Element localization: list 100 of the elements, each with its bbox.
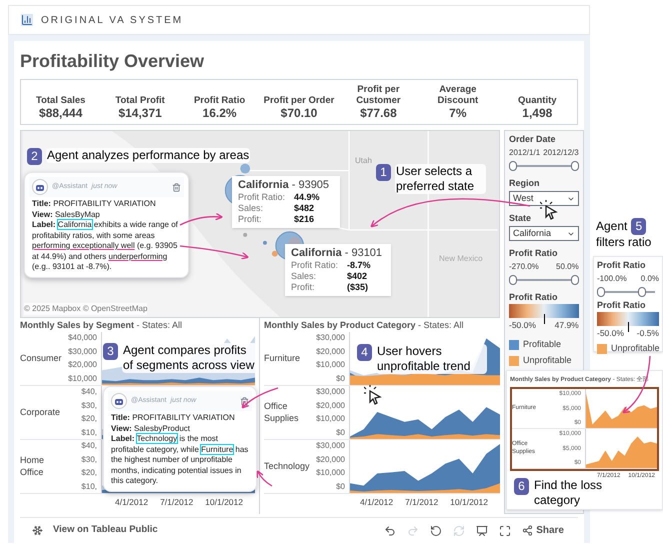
share-icon bbox=[522, 525, 534, 536]
kpi-value: $77.68 bbox=[360, 106, 397, 121]
step-caption: User selects a preferred state bbox=[395, 164, 486, 194]
axis-tick-label: $20,000 bbox=[316, 348, 345, 356]
filter-label: Profit Ratio bbox=[509, 291, 558, 303]
dropdown[interactable]: California bbox=[509, 226, 579, 241]
chart-title: Monthly Sales by Segment bbox=[20, 320, 134, 330]
row-label: Office Supplies bbox=[264, 401, 300, 424]
filter-label: Region bbox=[509, 177, 540, 189]
step-number-badge: 4 bbox=[357, 344, 372, 361]
step-number-badge: 6 bbox=[514, 478, 529, 495]
axis-tick-label: $30, bbox=[81, 402, 97, 410]
step-caption: User hovers unprofitable trend bbox=[376, 344, 487, 374]
axis-tick-label: 7/1/2012 bbox=[405, 498, 438, 506]
kpi-value: $14,371 bbox=[118, 106, 162, 121]
filter-label: State bbox=[509, 212, 532, 224]
filter-label: Profit Ratio bbox=[509, 247, 558, 259]
chart-subtitle: - States: All bbox=[136, 320, 182, 330]
axis-tick-label: $40, bbox=[81, 388, 97, 396]
fullscreen-icon[interactable] bbox=[499, 524, 512, 536]
axis-tick-label: $30,000 bbox=[68, 348, 97, 356]
row-label: Consumer bbox=[20, 352, 62, 364]
range-max: 0.0% bbox=[640, 273, 659, 285]
axis-tick-label: $20, bbox=[81, 469, 97, 478]
pointer-click-icon bbox=[540, 200, 560, 220]
slider-thumb[interactable] bbox=[597, 287, 605, 297]
area-chart bbox=[586, 393, 657, 428]
step-number-badge: 2 bbox=[27, 148, 42, 165]
kpi-label: Average Discount bbox=[436, 84, 480, 106]
pointer-arrow bbox=[180, 245, 249, 260]
kpi-label: Quantity bbox=[518, 95, 557, 106]
kpi-value: $70.10 bbox=[280, 106, 318, 121]
slider-thumb[interactable] bbox=[638, 287, 646, 297]
axis-tick-label: $20,000 bbox=[68, 361, 97, 370]
tooltip-label: Profit Ratio: bbox=[291, 260, 340, 271]
range-max: 2012/12/3 bbox=[543, 147, 579, 159]
filter-label: Profit Ratio bbox=[597, 299, 646, 311]
tooltip-label: Profit: bbox=[238, 214, 263, 225]
kpi-value: 1,498 bbox=[522, 106, 552, 121]
slider-thumb[interactable] bbox=[509, 275, 517, 285]
card-label-text: Label: California exhibits a wide range of profitability ratios, with some areas performing exceptionally well (e.g. 93905 at 44.9%) and others underperforming (e.g.. 93101 at -8.7%). bbox=[32, 220, 179, 272]
axis-tick-label: $40,000 bbox=[68, 334, 97, 342]
step-caption: filters ratio bbox=[596, 235, 652, 250]
tooltip-state: California bbox=[291, 247, 342, 259]
tooltip-zip: - 93101 bbox=[344, 247, 382, 259]
row-label: Technology bbox=[264, 460, 310, 472]
pointer-arrow bbox=[180, 212, 223, 226]
view-on-tableau-link[interactable]: View on Tableau Public bbox=[53, 523, 158, 538]
axis-tick-label: 4/1/2012 bbox=[360, 498, 394, 506]
map-attribution: © 2025 Mapbox © OpenStreetMap bbox=[24, 303, 148, 315]
step-number-badge: 1 bbox=[376, 164, 391, 181]
slider-thumb[interactable] bbox=[570, 275, 579, 285]
present-icon[interactable] bbox=[476, 524, 488, 536]
tooltip-value: -8.7% bbox=[347, 260, 371, 271]
tooltip-value: 44.9% bbox=[294, 192, 320, 203]
axis-tick-label: 7/1/2012 bbox=[160, 498, 194, 506]
axis-tick-label: $40, bbox=[81, 442, 97, 450]
slider-thumb[interactable] bbox=[570, 161, 579, 171]
filter-label: Order Date bbox=[509, 133, 556, 145]
range-min: -100.0% bbox=[597, 273, 627, 285]
dropdown[interactable]: West bbox=[509, 191, 579, 206]
card-title: Title: PROFITABILITY VARIATION bbox=[32, 199, 157, 210]
axis-tick-label: $10,000 bbox=[316, 361, 345, 370]
delete-icon[interactable] bbox=[240, 396, 249, 406]
step-number-badge: 5 bbox=[631, 218, 646, 235]
share-button[interactable]: Share bbox=[522, 523, 564, 538]
step-number-badge: 3 bbox=[103, 343, 118, 360]
axis-tick-label: $10,000 bbox=[316, 415, 345, 424]
tooltip-label: Sales: bbox=[238, 203, 264, 214]
tooltip-value: $482 bbox=[294, 203, 314, 214]
axis-tick-label: 4/1/2012 bbox=[114, 498, 148, 506]
step-caption: Agent analyzes performance by areas bbox=[46, 148, 250, 163]
kpi-label: Profit Ratio bbox=[194, 95, 246, 106]
tooltip-state: California bbox=[238, 179, 289, 191]
map-place-label: New Mexico bbox=[439, 253, 483, 265]
chart-title: Monthly Sales by Product Category bbox=[264, 320, 416, 330]
card-view: View: SalesByMap bbox=[32, 210, 101, 220]
axis-tick-label: $20,000 bbox=[316, 456, 345, 464]
undo-icon[interactable] bbox=[384, 524, 396, 536]
slider-thumb[interactable] bbox=[509, 161, 517, 171]
gradient-min: -50.0% bbox=[509, 319, 536, 332]
axis-tick-label: $20,000 bbox=[316, 402, 345, 410]
pointer-click-icon bbox=[364, 385, 384, 405]
card-view: View: SalesbyProduct bbox=[111, 424, 192, 434]
tooltip-value: $402 bbox=[347, 271, 368, 282]
range-min: -270.0% bbox=[509, 261, 539, 273]
gradient-max: 47.9% bbox=[554, 319, 579, 332]
kpi-label: Total Sales bbox=[36, 95, 86, 106]
delete-icon[interactable] bbox=[172, 182, 181, 192]
axis-tick-label: $20, bbox=[81, 415, 97, 424]
pointer-arrow bbox=[256, 470, 272, 487]
map-place-label: Utah bbox=[355, 155, 372, 167]
axis-tick-label: $30,000 bbox=[316, 442, 345, 450]
tooltip-label: Sales: bbox=[291, 271, 318, 282]
axis-tick-label: $0 bbox=[336, 428, 345, 437]
revert-icon[interactable] bbox=[430, 524, 442, 536]
card-label-text: Label: Technology is the most profitable category, while Furniture has the highest number of unprofitable months, indicating potential issues in this category. bbox=[111, 434, 249, 486]
kpi-label: Profit per Order bbox=[264, 95, 334, 106]
app-title: ORIGINAL VA SYSTEM bbox=[41, 14, 184, 28]
axis-tick-label: $10, bbox=[81, 482, 97, 491]
